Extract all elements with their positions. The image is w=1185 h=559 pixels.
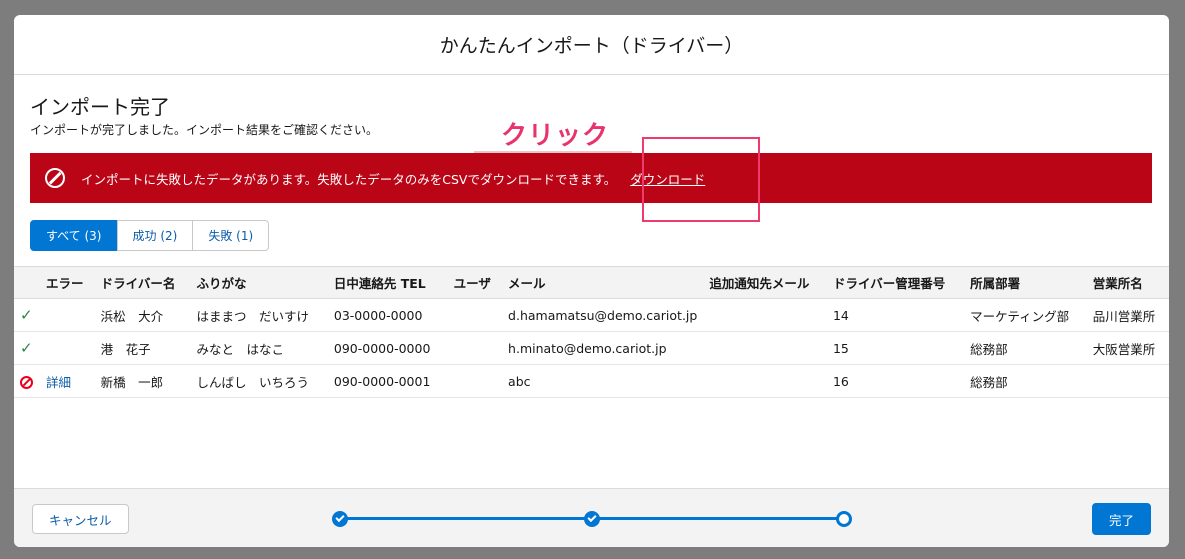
error-alert: インポートに失敗したデータがあります。失敗したデータのみをCSVでダウンロードで… bbox=[30, 153, 1152, 203]
import-result-table: エラー ドライバー名 ふりがな 日中連絡先 TEL ユーザ メール 追加通知先メ… bbox=[14, 266, 1169, 398]
kana-cell: はままつ だいすけ bbox=[190, 298, 328, 332]
progress-indicator bbox=[332, 511, 852, 527]
column-header-status bbox=[14, 266, 40, 299]
department-cell: 総務部 bbox=[964, 364, 1087, 398]
done-button[interactable]: 完了 bbox=[1091, 503, 1151, 535]
email-cell: d.hamamatsu@demo.cariot.jp bbox=[502, 298, 704, 332]
table-row: ✓ 浜松 大介 はままつ だいすけ 03-0000-0000 d.hamamat… bbox=[14, 298, 1169, 332]
user-cell bbox=[447, 298, 503, 332]
email-cell: h.minato@demo.cariot.jp bbox=[502, 331, 704, 365]
tel-cell: 090-0000-0001 bbox=[327, 364, 448, 398]
column-header-user: ユーザ bbox=[447, 266, 503, 299]
import-modal: かんたんインポート（ドライバー） インポート完了 インポートが完了しました。イン… bbox=[14, 15, 1169, 547]
filter-failed-button[interactable]: 失敗 (1) bbox=[192, 220, 270, 251]
column-header-email: メール bbox=[502, 266, 704, 299]
cancel-button[interactable]: キャンセル bbox=[32, 504, 129, 534]
modal-footer: キャンセル 完了 bbox=[14, 488, 1169, 547]
progress-step-3 bbox=[836, 511, 852, 527]
status-cell: ✓ bbox=[14, 298, 40, 332]
check-icon: ✓ bbox=[20, 306, 33, 324]
progress-step-1 bbox=[332, 511, 348, 527]
kana-cell: みなと はなこ bbox=[190, 331, 328, 365]
table-header-row: エラー ドライバー名 ふりがな 日中連絡先 TEL ユーザ メール 追加通知先メ… bbox=[14, 266, 1169, 299]
user-cell bbox=[447, 364, 503, 398]
table-row: 詳細 新橋 一郎 しんばし いちろう 090-0000-0001 abc 16 … bbox=[14, 364, 1169, 398]
tel-cell: 090-0000-0000 bbox=[327, 331, 448, 365]
driver-name-cell: 浜松 大介 bbox=[94, 298, 191, 332]
driver-number-cell: 16 bbox=[826, 364, 965, 398]
column-header-error: エラー bbox=[40, 266, 95, 299]
column-header-kana: ふりがな bbox=[190, 266, 328, 299]
page-title: インポート完了 bbox=[30, 95, 170, 119]
column-header-department: 所属部署 bbox=[964, 266, 1087, 299]
office-cell: 大阪営業所 bbox=[1086, 331, 1169, 365]
modal-title: かんたんインポート（ドライバー） bbox=[439, 35, 744, 57]
filter-all-button[interactable]: すべて (3) bbox=[30, 220, 118, 251]
driver-number-cell: 14 bbox=[826, 298, 965, 332]
column-header-office: 営業所名 bbox=[1086, 266, 1169, 299]
modal-body: インポート完了 インポートが完了しました。インポート結果をご確認ください。 クリ… bbox=[14, 75, 1169, 488]
progress-step-2 bbox=[584, 511, 600, 527]
department-cell: マーケティング部 bbox=[964, 298, 1087, 332]
error-cell: 詳細 bbox=[40, 364, 95, 398]
kana-cell: しんばし いちろう bbox=[190, 364, 328, 398]
department-cell: 総務部 bbox=[964, 331, 1087, 365]
ban-icon bbox=[45, 168, 65, 188]
filter-success-button[interactable]: 成功 (2) bbox=[116, 220, 194, 251]
ban-icon bbox=[20, 375, 33, 389]
email-cell: abc bbox=[502, 364, 704, 398]
driver-number-cell: 15 bbox=[826, 331, 965, 365]
extra-email-cell bbox=[703, 298, 827, 332]
driver-name-cell: 新橋 一郎 bbox=[94, 364, 191, 398]
office-cell bbox=[1086, 364, 1169, 398]
status-cell bbox=[14, 364, 40, 398]
column-header-driver-name: ドライバー名 bbox=[94, 266, 191, 299]
column-header-extra-email: 追加通知先メール bbox=[703, 266, 827, 299]
extra-email-cell bbox=[703, 331, 827, 365]
annotation-highlight-box bbox=[642, 137, 760, 222]
result-filter-group: すべて (3) 成功 (2) 失敗 (1) bbox=[30, 220, 270, 251]
user-cell bbox=[447, 331, 503, 365]
annotation-click-label: クリック bbox=[501, 121, 610, 151]
error-detail-link[interactable]: 詳細 bbox=[46, 375, 71, 390]
modal-header: かんたんインポート（ドライバー） bbox=[14, 15, 1169, 75]
driver-name-cell: 港 花子 bbox=[94, 331, 191, 365]
alert-message: インポートに失敗したデータがあります。失敗したデータのみをCSVでダウンロードで… bbox=[81, 171, 617, 187]
table-row: ✓ 港 花子 みなと はなこ 090-0000-0000 h.minato@de… bbox=[14, 331, 1169, 365]
tel-cell: 03-0000-0000 bbox=[327, 298, 448, 332]
column-header-driver-number: ドライバー管理番号 bbox=[826, 266, 965, 299]
error-cell bbox=[40, 331, 95, 365]
error-cell bbox=[40, 298, 95, 332]
status-cell: ✓ bbox=[14, 331, 40, 365]
page-subtitle: インポートが完了しました。インポート結果をご確認ください。 bbox=[30, 123, 379, 137]
extra-email-cell bbox=[703, 364, 827, 398]
column-header-tel: 日中連絡先 TEL bbox=[327, 266, 448, 299]
check-icon: ✓ bbox=[20, 339, 33, 357]
office-cell: 品川営業所 bbox=[1086, 298, 1169, 332]
